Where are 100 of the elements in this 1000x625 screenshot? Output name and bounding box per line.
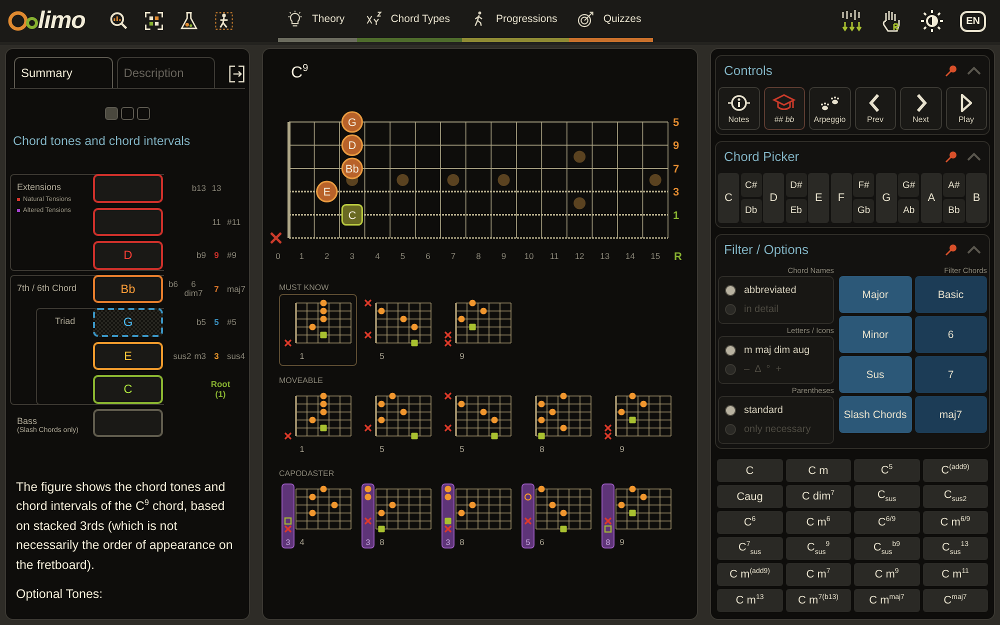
key-button[interactable]: G bbox=[876, 173, 897, 223]
nav-tab[interactable]: Progressions bbox=[462, 0, 570, 42]
radio-button[interactable] bbox=[725, 405, 736, 416]
key-button[interactable]: F# bbox=[853, 173, 874, 198]
control-button[interactable]: Notes bbox=[718, 87, 760, 130]
pin-icon[interactable] bbox=[945, 150, 957, 162]
filter-button[interactable]: Sus bbox=[839, 356, 912, 393]
option-label[interactable]: m maj dim aug bbox=[744, 345, 810, 356]
control-button[interactable]: Play bbox=[946, 87, 987, 130]
chord-button[interactable]: C m$^{11}$ bbox=[922, 563, 988, 586]
chord-diagram-drawing[interactable]: 1 bbox=[279, 294, 357, 366]
chord-button[interactable]: C m$^{maj7}$ bbox=[854, 589, 920, 612]
chord-button[interactable]: C m$^{7}$ bbox=[786, 563, 851, 586]
radio-button[interactable] bbox=[725, 364, 736, 375]
key-button[interactable]: C# bbox=[740, 173, 762, 198]
brightness-icon[interactable] bbox=[920, 9, 944, 33]
control-button[interactable]: Prev bbox=[854, 87, 896, 130]
language-button[interactable]: EN bbox=[960, 10, 986, 32]
chord-button[interactable]: C m$^{6/9}$ bbox=[922, 511, 988, 534]
panel-tab[interactable]: Summary bbox=[14, 57, 113, 88]
chord-button[interactable]: C m$^{(add9)}$ bbox=[717, 563, 782, 586]
chord-button[interactable]: C m$^{7(b13)}$ bbox=[786, 589, 851, 612]
key-button[interactable]: D bbox=[763, 173, 784, 223]
option-label[interactable]: standard bbox=[744, 405, 783, 416]
chord-tone-box[interactable]: G bbox=[93, 308, 163, 336]
filter-button[interactable]: Slash Chords bbox=[839, 396, 912, 433]
chord-diagram-drawing[interactable]: 9 bbox=[599, 387, 677, 459]
flask-icon[interactable] bbox=[178, 10, 200, 32]
key-button[interactable]: A bbox=[920, 173, 942, 223]
key-button[interactable]: B bbox=[966, 173, 988, 223]
chord-diagram-drawing[interactable]: 8 9 bbox=[599, 480, 677, 552]
control-button[interactable]: Arpeggio bbox=[809, 87, 850, 130]
radio-button[interactable] bbox=[725, 345, 736, 356]
chord-button[interactable]: C$_{sus2}$ bbox=[922, 485, 988, 508]
equalizer-icon[interactable] bbox=[840, 9, 864, 33]
chord-button[interactable]: C$^{6/9}$ bbox=[854, 511, 920, 534]
chord-diagram-drawing[interactable]: 1 bbox=[279, 387, 357, 459]
filter-button[interactable]: maj7 bbox=[914, 396, 987, 433]
pin-icon[interactable] bbox=[945, 244, 957, 256]
key-button[interactable]: F bbox=[830, 173, 852, 223]
option-label[interactable]: abbreviated bbox=[744, 285, 796, 296]
key-button[interactable]: A# bbox=[943, 173, 965, 198]
key-button[interactable]: Db bbox=[740, 198, 762, 223]
key-button[interactable]: E bbox=[808, 173, 830, 223]
key-button[interactable]: Ab bbox=[898, 198, 920, 223]
chord-tone-box[interactable]: E bbox=[93, 342, 163, 370]
chord-diagram-drawing[interactable]: 5 bbox=[359, 387, 437, 459]
focus-grid-icon[interactable] bbox=[143, 10, 165, 32]
exit-icon[interactable] bbox=[229, 64, 245, 84]
chart-search-icon[interactable] bbox=[108, 10, 130, 32]
chord-tone-box[interactable]: Bb bbox=[93, 274, 163, 303]
chord-diagram-drawing[interactable]: 3 8 bbox=[359, 480, 437, 552]
chord-diagram-drawing[interactable]: 5 bbox=[439, 387, 517, 459]
chord-button[interactable]: C m$^{6}$ bbox=[786, 511, 851, 534]
key-button[interactable]: G# bbox=[898, 173, 920, 198]
chord-tone-box[interactable] bbox=[93, 408, 163, 437]
filter-button[interactable]: Major bbox=[839, 276, 912, 313]
chord-button[interactable]: C$^{5}$ bbox=[854, 459, 920, 482]
control-button[interactable]: ## bb bbox=[764, 87, 805, 130]
caret-up-icon[interactable] bbox=[967, 244, 981, 254]
chord-button[interactable]: C m bbox=[786, 459, 851, 482]
nav-tab[interactable]: Quizzes bbox=[569, 0, 654, 42]
key-button[interactable]: Eb bbox=[786, 198, 807, 223]
chord-diagram-drawing[interactable]: 5 bbox=[359, 294, 437, 366]
filter-button[interactable]: 6 bbox=[914, 316, 987, 353]
chord-button[interactable]: C$_{sus}$ bbox=[854, 485, 920, 508]
chord-button[interactable]: C m$^{9}$ bbox=[854, 563, 920, 586]
filter-button[interactable]: Minor bbox=[839, 316, 912, 353]
chord-tone-box[interactable] bbox=[93, 208, 163, 236]
pin-icon[interactable] bbox=[945, 64, 957, 76]
chord-diagram-drawing[interactable]: 8 bbox=[519, 387, 597, 459]
chord-button[interactable]: C dim$^{7}$ bbox=[786, 485, 851, 508]
caret-up-icon[interactable] bbox=[967, 66, 981, 76]
key-button[interactable]: Bb bbox=[943, 198, 965, 223]
key-button[interactable]: D# bbox=[786, 173, 807, 198]
chord-diagram-drawing[interactable]: 3 4 bbox=[279, 480, 357, 552]
filter-button[interactable]: 7 bbox=[914, 356, 987, 393]
radio-button[interactable] bbox=[725, 424, 736, 435]
chord-button[interactable]: C bbox=[717, 459, 782, 482]
filter-button[interactable]: Basic bbox=[914, 276, 987, 313]
key-button[interactable]: C bbox=[718, 173, 740, 223]
chord-tone-box[interactable]: C bbox=[93, 375, 163, 404]
key-button[interactable]: Gb bbox=[853, 198, 874, 223]
radio-button[interactable] bbox=[725, 285, 736, 296]
radio-button[interactable] bbox=[725, 304, 736, 315]
chord-diagram-drawing[interactable]: 9 bbox=[439, 294, 517, 366]
chord-tone-box[interactable]: D bbox=[93, 241, 163, 270]
control-button[interactable]: Next bbox=[900, 87, 942, 130]
chord-button[interactable]: Caug bbox=[717, 485, 782, 508]
chord-button[interactable]: C$^{(add9)}$ bbox=[922, 459, 988, 482]
figure-grid-icon[interactable] bbox=[213, 10, 235, 32]
chord-button[interactable]: C m$^{13}$ bbox=[717, 589, 782, 612]
logo-text[interactable]: limo bbox=[38, 7, 86, 35]
chord-diagram-drawing[interactable]: 3 8 bbox=[439, 480, 517, 552]
nav-tab[interactable]: Theory bbox=[278, 0, 357, 42]
caret-up-icon[interactable] bbox=[967, 152, 981, 162]
nav-tab[interactable]: Chord Types bbox=[356, 0, 462, 42]
chord-diagram-drawing[interactable]: 5 6 bbox=[519, 480, 597, 552]
chord-button[interactable]: C$^{6}$ bbox=[717, 511, 782, 534]
chord-tone-box[interactable] bbox=[93, 174, 163, 202]
